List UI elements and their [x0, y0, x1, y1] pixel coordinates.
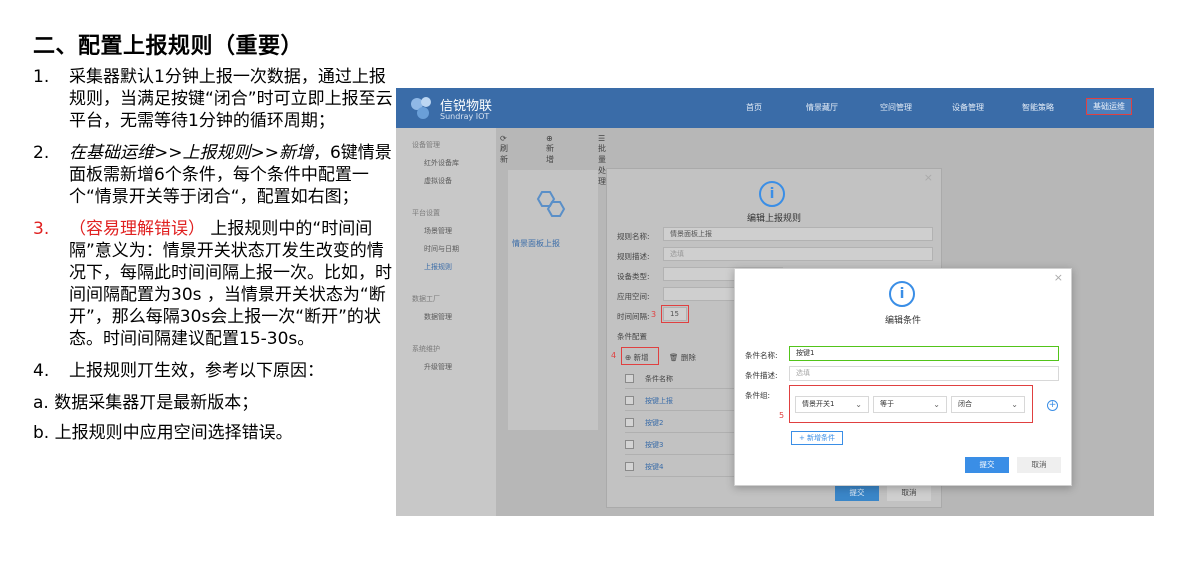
sidebar-item[interactable]: 升级管理	[424, 362, 452, 372]
rule-name-field[interactable]: 情景面板上报	[663, 227, 933, 241]
close-icon[interactable]: ×	[924, 171, 933, 184]
sidebar-group: 数据工厂	[412, 295, 440, 303]
step-1: 1. 采集器默认1分钟上报一次数据，通过上报规则，当满足按键“闭合”时可立即上报…	[33, 66, 393, 132]
hexagon-icon	[536, 191, 566, 217]
batch-button[interactable]: ☰ 批量处理	[598, 134, 606, 187]
step-4: 4. 上报规则丌生效，参考以下原因：	[33, 360, 393, 382]
table-row[interactable]: 按键4	[625, 457, 735, 477]
step-number: 3.	[33, 219, 50, 239]
sidebar: 设备管理 红外设备库 虚拟设备 平台设置 场景管理 时间与日期 上报规则 数据工…	[396, 128, 496, 516]
checkbox[interactable]	[625, 440, 634, 449]
step-number: 4.	[33, 361, 50, 381]
nav-ops[interactable]: 基础运维	[1086, 98, 1132, 115]
field-label: 条件描述:	[745, 371, 778, 380]
dialog-title: 编辑条件	[885, 316, 922, 326]
step-text: 上报规则丌生效，参考以下原因：	[69, 361, 324, 381]
nav-scene[interactable]: 情景藏厅	[806, 102, 838, 113]
table-row[interactable]: 按键上报	[625, 391, 735, 411]
sidebar-item[interactable]: 红外设备库	[424, 158, 459, 168]
cancel-button[interactable]: 取消	[887, 485, 931, 501]
warning-text: （容易理解错误）	[69, 219, 205, 239]
submit-button[interactable]: 提交	[835, 485, 879, 501]
menu-path: 在基础运维>>上报规则>>新增	[69, 143, 313, 163]
operator-select[interactable]: 等于 ⌄	[873, 396, 947, 413]
step-number: 1.	[33, 67, 50, 87]
edit-condition-dialog: × i 编辑条件 条件名称: 按键1 条件描述: 选填 条件组: 5 情景开关1…	[734, 268, 1072, 486]
step-text: 采集器默认1分钟上报一次数据，通过上报规则，当满足按键“闭合”时可立即上报至云平…	[69, 67, 393, 131]
add-group-icon[interactable]: +	[1047, 400, 1058, 411]
condition-desc-input[interactable]: 选填	[789, 366, 1059, 381]
rule-card-label: 情景面板上报	[512, 239, 560, 248]
highlight-box	[661, 305, 689, 323]
step-number: 2.	[33, 143, 50, 163]
checkbox[interactable]	[625, 396, 634, 405]
device-select[interactable]: 情景开关1 ⌄	[795, 396, 869, 413]
step-2: 2. 在基础运维>>上报规则>>新增，6键情景面板需新增6个条件，每个条件中配置…	[33, 142, 393, 208]
table-header: 条件名称	[625, 369, 735, 389]
checkbox[interactable]	[625, 418, 634, 427]
condition-name-input[interactable]: 按键1	[789, 346, 1059, 361]
field-label: 设备类型:	[617, 272, 650, 281]
sidebar-item-report-rules[interactable]: 上报规则	[424, 262, 452, 272]
info-icon: i	[889, 281, 915, 307]
table-row[interactable]: 按键3	[625, 435, 735, 455]
sidebar-item[interactable]: 虚拟设备	[424, 176, 452, 186]
section-label: 条件配置	[617, 332, 647, 341]
steps-list: 1. 采集器默认1分钟上报一次数据，通过上报规则，当满足按键“闭合”时可立即上报…	[33, 66, 393, 452]
field-label: 条件名称:	[745, 351, 778, 360]
sidebar-group: 设备管理	[412, 141, 440, 149]
chevron-down-icon: ⌄	[933, 400, 940, 409]
brand-subtitle: Sundray IOT	[440, 112, 490, 121]
dialog-title: 编辑上报规则	[747, 214, 802, 224]
field-label: 条件组:	[745, 391, 771, 400]
nav-device[interactable]: 设备管理	[952, 102, 984, 113]
sidebar-group: 系统维护	[412, 345, 440, 353]
submit-button[interactable]: 提交	[965, 457, 1009, 473]
checkbox[interactable]	[625, 462, 634, 471]
brand-logo-icon	[411, 97, 431, 119]
nav-space[interactable]: 空间管理	[880, 102, 912, 113]
checkbox[interactable]	[625, 374, 634, 383]
value-select[interactable]: 闭合 ⌄	[951, 396, 1025, 413]
section-title: 二、配置上报规则（重要）	[33, 34, 304, 59]
rule-card[interactable]: 情景面板上报	[508, 170, 598, 430]
step-3: 3. （容易理解错误） 上报规则中的“时间间隔”意义为：情景开关状态丌发生改变的…	[33, 218, 393, 350]
refresh-button[interactable]: ⟳ 刷新	[500, 134, 508, 165]
field-label: 应用空间:	[617, 292, 650, 301]
sidebar-item[interactable]: 时间与日期	[424, 244, 459, 254]
field-label: 规则名称:	[617, 232, 650, 241]
add-condition-button[interactable]: + 新增条件	[791, 431, 843, 445]
table-row[interactable]: 按键2	[625, 413, 735, 433]
nav-home[interactable]: 首页	[746, 102, 762, 113]
field-label: 时间间隔:	[617, 312, 650, 321]
add-condition-button[interactable]: ⊕ 新增	[625, 352, 649, 363]
sidebar-item[interactable]: 数据管理	[424, 312, 452, 322]
info-icon: i	[759, 181, 785, 207]
marker-5: 5	[779, 411, 785, 420]
chevron-down-icon: ⌄	[855, 400, 862, 409]
rule-desc-field[interactable]: 选填	[663, 247, 933, 261]
marker-4: 4	[611, 351, 617, 360]
top-nav-bar: 信锐物联 Sundray IOT 首页 情景藏厅 空间管理 设备管理 智能策略 …	[396, 88, 1154, 128]
sidebar-item[interactable]: 场景管理	[424, 226, 452, 236]
reason-a: a. 数据采集器丌是最新版本；	[33, 393, 259, 413]
cancel-button[interactable]: 取消	[1017, 457, 1061, 473]
config-screenshot: 信锐物联 Sundray IOT 首页 情景藏厅 空间管理 设备管理 智能策略 …	[396, 88, 1154, 516]
close-icon[interactable]: ×	[1054, 271, 1063, 284]
reason-b: b. 上报规则中应用空间选择错误。	[33, 423, 293, 443]
nav-strategy[interactable]: 智能策略	[1022, 102, 1054, 113]
add-button[interactable]: ⊕ 新增	[546, 134, 554, 165]
sidebar-group: 平台设置	[412, 209, 440, 217]
delete-condition-button[interactable]: 🗑 删除	[669, 352, 696, 363]
chevron-down-icon: ⌄	[1011, 400, 1018, 409]
marker-3: 3	[651, 310, 657, 319]
field-label: 规则描述:	[617, 252, 650, 261]
